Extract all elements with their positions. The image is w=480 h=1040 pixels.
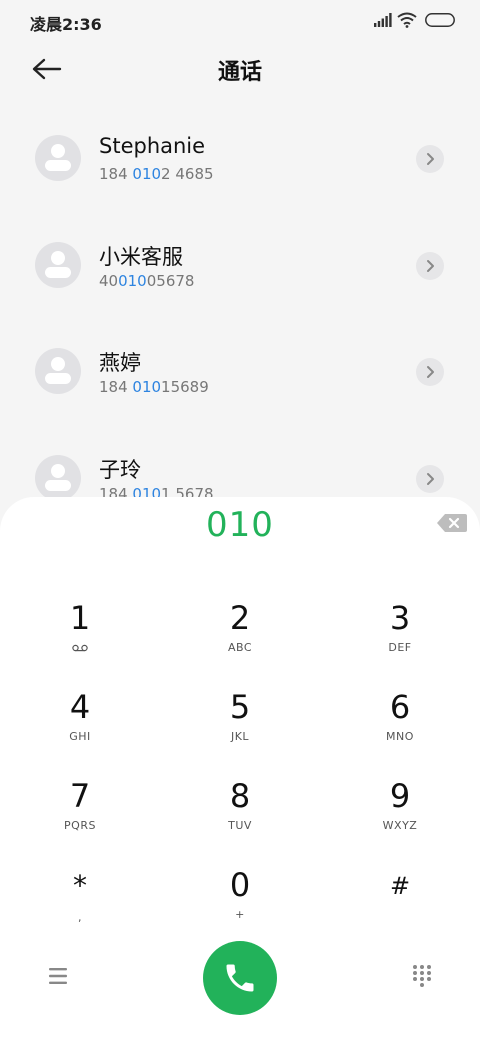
- dial-key-8[interactable]: 8 TUV: [180, 777, 300, 853]
- arrow-left-icon: [32, 58, 62, 80]
- contact-detail-button[interactable]: [416, 358, 444, 386]
- keypad-toggle-button[interactable]: [410, 963, 434, 989]
- contact-name: 小米客服: [99, 245, 183, 269]
- contact-row[interactable]: Stephanie 184 0102 4685: [0, 105, 480, 205]
- dial-key-3[interactable]: 3 DEF: [340, 599, 460, 675]
- dial-key-9[interactable]: 9 WXYZ: [340, 777, 460, 853]
- contact-number: 184 0102 4685: [99, 165, 214, 183]
- contact-row[interactable]: 小米客服 4001005678: [0, 212, 480, 312]
- dial-key-5[interactable]: 5 JKL: [180, 688, 300, 764]
- dial-key-6[interactable]: 6 MNO: [340, 688, 460, 764]
- dial-key-1[interactable]: 1: [20, 599, 140, 675]
- battery-icon: [425, 13, 455, 27]
- key-letters: MNO: [386, 730, 414, 743]
- contact-name: 燕婷: [99, 351, 141, 375]
- key-digit: *: [73, 869, 87, 902]
- hamburger-menu-icon: [49, 968, 67, 984]
- dial-key-star[interactable]: * ,: [20, 869, 140, 945]
- key-letters: +: [235, 908, 245, 921]
- avatar: [35, 455, 81, 501]
- key-digit: 2: [229, 599, 251, 637]
- key-digit: 6: [389, 688, 411, 726]
- contact-name: Stephanie: [99, 134, 206, 158]
- dial-key-7[interactable]: 7 PQRS: [20, 777, 140, 853]
- contact-name: 子玲: [99, 458, 141, 482]
- wifi-icon: [397, 12, 417, 28]
- contact-row[interactable]: 燕婷 184 01015689: [0, 318, 480, 418]
- key-digit: #: [389, 872, 411, 900]
- phone-icon: [226, 964, 254, 992]
- chevron-right-icon: [427, 153, 434, 165]
- backspace-icon: [437, 514, 467, 532]
- key-letters: WXYZ: [382, 819, 418, 832]
- key-digit: 1: [69, 599, 91, 637]
- contact-number: 184 01015689: [99, 378, 209, 396]
- key-letters: ,: [78, 911, 82, 924]
- status-time: 凌晨2:36: [30, 15, 102, 34]
- key-digit: 8: [229, 777, 251, 815]
- key-digit: 4: [69, 688, 91, 726]
- key-letters: PQRS: [64, 819, 96, 832]
- key-letters: ABC: [227, 641, 253, 654]
- status-bar: 凌晨2:36: [0, 0, 480, 44]
- key-letters: DEF: [388, 641, 412, 654]
- dial-key-hash[interactable]: #: [340, 869, 460, 945]
- contact-detail-button[interactable]: [416, 465, 444, 493]
- chevron-right-icon: [427, 366, 434, 378]
- chevron-right-icon: [427, 473, 434, 485]
- dial-input[interactable]: 010: [0, 505, 480, 545]
- key-letters: TUV: [228, 819, 252, 832]
- signal-icon: [374, 13, 392, 27]
- key-digit: 7: [69, 777, 91, 815]
- menu-button[interactable]: [46, 965, 72, 987]
- page-title: 通话: [217, 60, 262, 85]
- key-digit: 9: [389, 777, 411, 815]
- chevron-right-icon: [427, 260, 434, 272]
- voicemail-icon: [72, 644, 88, 652]
- key-digit: 5: [229, 688, 251, 726]
- backspace-button[interactable]: [436, 513, 468, 533]
- dial-key-2[interactable]: 2 ABC: [180, 599, 300, 675]
- keypad-grid-icon: [413, 965, 431, 987]
- dial-key-4[interactable]: 4 GHI: [20, 688, 140, 764]
- back-button[interactable]: [28, 54, 64, 86]
- call-button[interactable]: [203, 941, 277, 1015]
- key-digit: 0: [229, 866, 251, 904]
- avatar: [35, 348, 81, 394]
- key-letters: GHI: [69, 730, 91, 743]
- avatar: [35, 135, 81, 181]
- contact-detail-button[interactable]: [416, 252, 444, 280]
- key-digit: 3: [389, 599, 411, 637]
- key-letters: JKL: [230, 730, 250, 743]
- avatar: [35, 242, 81, 288]
- contact-number: 4001005678: [99, 272, 195, 290]
- dial-key-0[interactable]: 0 +: [180, 866, 300, 942]
- contact-detail-button[interactable]: [416, 145, 444, 173]
- dialpad-sheet: 010 1 2 ABC 3 DEF 4 GHI 5 JKL 6 MNO 7 PQ…: [0, 497, 480, 1040]
